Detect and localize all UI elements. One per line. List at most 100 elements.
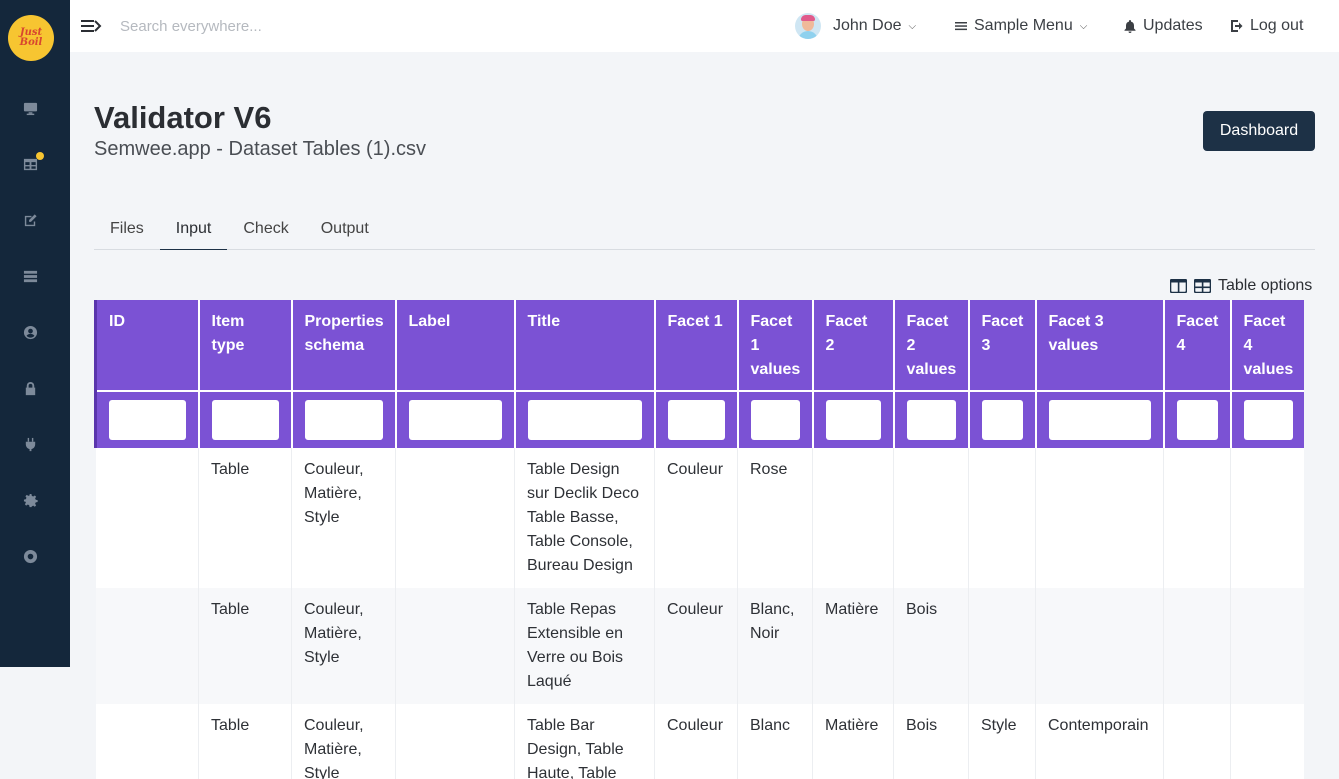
filter-input-facet-1-values[interactable] [750, 400, 800, 440]
logo-text-bottom: Boil [19, 37, 43, 48]
table-cell[interactable] [968, 448, 1036, 588]
hamburger-icon[interactable] [81, 15, 103, 37]
tab-input[interactable]: Input [159, 210, 228, 250]
tab-files[interactable]: Files [94, 210, 160, 250]
filter-cell [291, 390, 397, 448]
filter-input-title[interactable] [527, 400, 642, 440]
table-cell[interactable] [1163, 588, 1231, 704]
sample-menu[interactable]: Sample Menu ⌵ [954, 0, 1087, 52]
table-options[interactable]: Table options [1170, 277, 1312, 295]
table-cell[interactable] [95, 448, 199, 588]
column-header[interactable]: Properties schema [291, 300, 397, 391]
table-cell[interactable]: Table [198, 704, 292, 779]
search-input[interactable] [120, 14, 440, 38]
user-circle-icon[interactable] [20, 322, 40, 342]
table-cell[interactable] [1163, 448, 1231, 588]
user-name: John Doe [833, 17, 902, 34]
column-header[interactable]: Facet 3 [968, 300, 1037, 391]
filter-input-facet-4-values[interactable] [1243, 400, 1293, 440]
filter-input-facet-1[interactable] [667, 400, 725, 440]
filter-cell [1230, 390, 1304, 448]
table-cell[interactable]: Couleur, Matière, Style [291, 448, 396, 588]
grid-icon[interactable] [1194, 279, 1218, 293]
table-cell[interactable]: Table [198, 588, 292, 704]
filter-cell [198, 390, 293, 448]
table-cell[interactable]: Style [968, 704, 1036, 779]
columns-icon[interactable] [1170, 279, 1194, 293]
table-cell[interactable]: Couleur [654, 448, 738, 588]
column-header[interactable]: Facet 4 values [1230, 300, 1304, 391]
tab-output[interactable]: Output [305, 210, 385, 250]
menu-lines-icon [954, 19, 968, 33]
filter-input-id[interactable] [109, 400, 186, 440]
filter-input-label[interactable] [408, 400, 502, 440]
table-cell[interactable] [968, 588, 1036, 704]
filter-input-facet-4[interactable] [1176, 400, 1218, 440]
table-cell[interactable] [1035, 448, 1164, 588]
table-cell[interactable]: Bois [893, 704, 969, 779]
filter-input-facet-2-values[interactable] [906, 400, 956, 440]
table-row[interactable]: Table Couleur, Matière, Style Table Repa… [95, 588, 1304, 704]
table-row[interactable]: Table Couleur, Matière, Style Table Bar … [95, 704, 1304, 779]
filter-input-item-type[interactable] [211, 400, 279, 440]
table-cell[interactable]: Couleur [654, 588, 738, 704]
table-cell[interactable] [1035, 588, 1164, 704]
dashboard-button[interactable]: Dashboard [1203, 111, 1315, 151]
table-cell[interactable]: Table Bar Design, Table Haute, Table [514, 704, 655, 779]
data-table: ID Item type Properties schema Label Tit… [94, 300, 1304, 779]
table-cell[interactable] [1230, 704, 1304, 779]
table-cell[interactable]: Table Design sur Declik Deco Table Basse… [514, 448, 655, 588]
list-icon[interactable] [20, 266, 40, 286]
column-header[interactable]: Facet 2 [812, 300, 895, 391]
tab-check[interactable]: Check [227, 210, 304, 250]
table-row[interactable]: Table Couleur, Matière, Style Table Desi… [95, 448, 1304, 588]
table-cell[interactable] [395, 704, 515, 779]
column-header[interactable]: Facet 1 values [737, 300, 814, 391]
column-header[interactable]: ID [94, 300, 200, 391]
filter-input-facet-3[interactable] [981, 400, 1023, 440]
filter-input-facet-3-values[interactable] [1048, 400, 1151, 440]
chevron-down-icon: ⌵ [908, 20, 917, 32]
table-cell[interactable] [1163, 704, 1231, 779]
table-cell[interactable]: Matière [812, 588, 894, 704]
filter-input-facet-2[interactable] [825, 400, 881, 440]
column-header[interactable]: Title [514, 300, 656, 391]
table-cell[interactable] [893, 448, 969, 588]
table-cell[interactable]: Contemporain [1035, 704, 1164, 779]
table-cell[interactable]: Matière [812, 704, 894, 779]
column-header[interactable]: Item type [198, 300, 293, 391]
table-cell[interactable] [395, 448, 515, 588]
column-header[interactable]: Facet 2 values [893, 300, 970, 391]
sidebar: Just Boil [0, 0, 70, 667]
column-header[interactable]: Facet 1 [654, 300, 739, 391]
table-cell[interactable] [395, 588, 515, 704]
user-menu[interactable]: John Doe ⌵ [795, 0, 916, 52]
plug-icon[interactable] [20, 434, 40, 454]
brand-logo[interactable]: Just Boil [8, 15, 54, 61]
table-cell[interactable]: Rose [737, 448, 813, 588]
table-cell[interactable] [95, 704, 199, 779]
table-cell[interactable]: Table [198, 448, 292, 588]
column-header[interactable]: Facet 4 [1163, 300, 1232, 391]
column-header[interactable]: Label [395, 300, 516, 391]
table-cell[interactable] [812, 448, 894, 588]
table-cell[interactable]: Couleur, Matière, Style [291, 704, 396, 779]
table-cell[interactable]: Couleur [654, 704, 738, 779]
table-cell[interactable]: Blanc, Noir [737, 588, 813, 704]
edit-icon[interactable] [20, 210, 40, 230]
column-header[interactable]: Facet 3 values [1035, 300, 1165, 391]
lock-icon[interactable] [20, 378, 40, 398]
gear-icon[interactable] [20, 490, 40, 510]
table-cell[interactable]: Blanc [737, 704, 813, 779]
monitor-icon[interactable] [20, 98, 40, 118]
table-cell[interactable] [1230, 588, 1304, 704]
table-cell[interactable]: Bois [893, 588, 969, 704]
table-cell[interactable] [95, 588, 199, 704]
table-cell[interactable]: Couleur, Matière, Style [291, 588, 396, 704]
lifebuoy-icon[interactable] [20, 546, 40, 566]
updates-link[interactable]: Updates [1123, 0, 1203, 52]
table-cell[interactable]: Table Repas Extensible en Verre ou Bois … [514, 588, 655, 704]
filter-input-properties-schema[interactable] [304, 400, 383, 440]
table-cell[interactable] [1230, 448, 1304, 588]
logout-link[interactable]: Log out [1230, 0, 1303, 52]
